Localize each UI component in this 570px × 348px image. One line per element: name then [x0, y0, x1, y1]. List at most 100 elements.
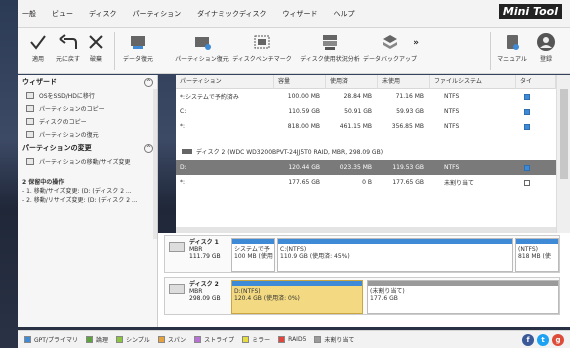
legend-label: ミラー	[252, 337, 271, 344]
cell-used: 28.84 MB	[343, 93, 372, 100]
change-section-header[interactable]: パーティションの変更 ^	[18, 141, 157, 155]
disk1-size: 111.79 GB	[189, 253, 221, 260]
legend-simple: シンプル	[115, 335, 150, 344]
legend-raid5: RAID5	[278, 336, 306, 343]
legend-swatch	[242, 336, 250, 343]
backup-icon	[370, 30, 410, 54]
minitool-logo: Mini Tool	[498, 4, 562, 19]
type-primary-icon	[524, 93, 530, 100]
col-unused[interactable]: 未使用	[378, 74, 430, 89]
usage-bar	[232, 239, 274, 244]
wizard-title: ウィザード	[22, 78, 57, 86]
scrollbar-thumb[interactable]	[560, 89, 568, 179]
wizard-item-copy-partition[interactable]: パーティションのコピー	[18, 102, 157, 115]
cell-capacity: 177.65 GB	[288, 179, 320, 186]
wizard-item-migrate-os[interactable]: OSをSSD/HDに移行	[18, 89, 157, 102]
table-scrollbar[interactable]	[556, 75, 570, 235]
menu-general[interactable]: 一般	[22, 9, 36, 19]
close-icon	[76, 30, 116, 54]
migrate-icon	[26, 92, 34, 99]
table-row[interactable]: *: 177.65 GB 0 B 177.65 GB 未割り当て	[176, 175, 556, 190]
disk2-part-d[interactable]: D:(NTFS) 120.4 GB (使用済: 0%)	[231, 280, 363, 314]
wizard-item-label: パーティションのコピー	[39, 106, 105, 113]
disk1-part-ntfs[interactable]: (NTFS) 818 MB (使	[515, 238, 559, 272]
disk1-info: ディスク 1 MBR 111.79 GB	[165, 236, 229, 272]
wizard-item-copy-disk[interactable]: ディスクのコピー	[18, 115, 157, 128]
type-primary-icon	[524, 164, 530, 171]
usage-bar	[368, 281, 558, 286]
data-recovery-button[interactable]: データ復元	[118, 30, 158, 72]
legend-swatch	[194, 336, 202, 343]
col-type[interactable]: タイ	[516, 74, 556, 89]
col-partition[interactable]: パーティション	[176, 74, 274, 89]
wizard-item-label: パーティションの復元	[39, 132, 99, 139]
facebook-icon[interactable]: f	[522, 334, 534, 346]
disk1-map-row[interactable]: ディスク 1 MBR 111.79 GB システムで予 100 MB (使用 C:…	[164, 235, 560, 273]
menu-partition[interactable]: パーティション	[133, 9, 182, 19]
menu-help[interactable]: ヘルプ	[333, 9, 354, 19]
google-plus-icon[interactable]: g	[552, 334, 564, 346]
menu-dynamic-disk[interactable]: ダイナミックディスク	[197, 9, 266, 19]
legend-striped: ストライプ	[194, 335, 234, 344]
menu-wizard[interactable]: ウィザード	[282, 9, 317, 19]
register-button[interactable]: 登録	[526, 30, 566, 72]
partition-recovery-button[interactable]: パーティション復元	[175, 30, 229, 72]
copy-partition-icon	[26, 105, 34, 112]
disk1-part-c[interactable]: C:(NTFS) 110.9 GB (使用済: 45%)	[277, 238, 513, 272]
toolbar: 適用 元に戻す 破棄 データ復元 パーティション復元 ディスクベンチマーク ディ…	[18, 28, 570, 74]
cell-unused: 356.85 MB	[391, 123, 424, 130]
menu-view[interactable]: ビュー	[52, 9, 73, 19]
legend-label: RAID5	[288, 336, 307, 343]
col-capacity[interactable]: 容量	[274, 74, 326, 89]
disk2-label: ディスク 2 (WDC WD3200BPVT-24JJ5T0 RAID, MBR…	[196, 149, 384, 156]
usage-bar	[516, 239, 558, 244]
cell-filesystem: 未割り当て	[444, 180, 475, 187]
benchmark-icon	[242, 30, 282, 54]
type-primary-icon	[524, 108, 530, 115]
cell-used: 461.15 MB	[339, 123, 372, 130]
disk1-part-system-reserved[interactable]: システムで予 100 MB (使用	[231, 238, 275, 272]
left-scrollbar[interactable]	[153, 89, 157, 239]
space-analyzer-button[interactable]: ディスク使用状況分析	[300, 30, 360, 72]
wizard-item-partition-recovery[interactable]: パーティションの復元	[18, 128, 157, 141]
disk2-part-unallocated[interactable]: (未割り当て) 177.6 GB	[367, 280, 559, 314]
table-row[interactable]: *:システムで予約済み 100.00 MB 28.84 MB 71.16 MB …	[176, 89, 556, 104]
discard-button[interactable]: 破棄	[76, 30, 116, 72]
disk-icon	[182, 149, 192, 154]
table-row[interactable]: C: 110.59 GB 50.91 GB 59.93 GB NTFS	[176, 104, 556, 119]
twitter-icon[interactable]: t	[537, 334, 549, 346]
cell-partition: D:	[180, 164, 187, 171]
disk-benchmark-button[interactable]: ディスクベンチマーク	[232, 30, 292, 72]
legend-label: ストライプ	[204, 337, 235, 344]
col-filesystem[interactable]: ファイルシステム	[430, 74, 516, 89]
cell-capacity: 120.44 GB	[288, 164, 320, 171]
table-row-selected[interactable]: D: 120.44 GB 023.35 MB 119.53 GB NTFS	[176, 160, 556, 175]
pending-op-2[interactable]: - 2. 移動/リサイズ変更: (D: (ディスク 2 ...	[18, 196, 157, 205]
cell-filesystem: NTFS	[444, 164, 460, 171]
menu-disk[interactable]: ディスク	[89, 9, 117, 19]
collapse-icon[interactable]: ^	[144, 143, 153, 153]
pending-op-1[interactable]: - 1. 移動/サイズ変更: (D: (ディスク 2 ...	[18, 187, 157, 196]
part-label: システムで予	[234, 246, 270, 253]
legend-logical: 論理	[85, 335, 108, 344]
change-item-move-resize[interactable]: パーティションの移動/サイズ変更	[18, 155, 157, 168]
register-label: 登録	[539, 56, 552, 63]
part-size: 177.6 GB	[370, 295, 398, 302]
legend-mirrored: ミラー	[242, 335, 270, 344]
disk2-map-row[interactable]: ディスク 2 MBR 298.09 GB D:(NTFS) 120.4 GB (使…	[164, 277, 560, 315]
usage-bar	[232, 281, 362, 286]
legend-swatch	[314, 336, 322, 343]
cell-partition: C:	[180, 108, 187, 115]
toolbar-separator	[114, 32, 115, 70]
col-used[interactable]: 使用済	[326, 74, 378, 89]
disk2-name: ディスク 2	[189, 281, 219, 288]
wizard-section-header[interactable]: ウィザード ^	[18, 75, 157, 89]
part-size: 100 MB (使用	[234, 253, 273, 260]
cell-used: 0 B	[362, 179, 372, 186]
backup-button[interactable]: データバックアップ	[363, 30, 417, 72]
disk2-header-row[interactable]: ディスク 2 (WDC WD3200BPVT-24JJ5T0 RAID, MBR…	[176, 143, 556, 160]
collapse-icon[interactable]: ^	[144, 77, 153, 87]
table-row[interactable]: *: 818.00 MB 461.15 MB 356.85 MB NTFS	[176, 119, 556, 134]
part-label: (NTFS)	[518, 246, 538, 253]
legend-swatch	[278, 336, 286, 343]
